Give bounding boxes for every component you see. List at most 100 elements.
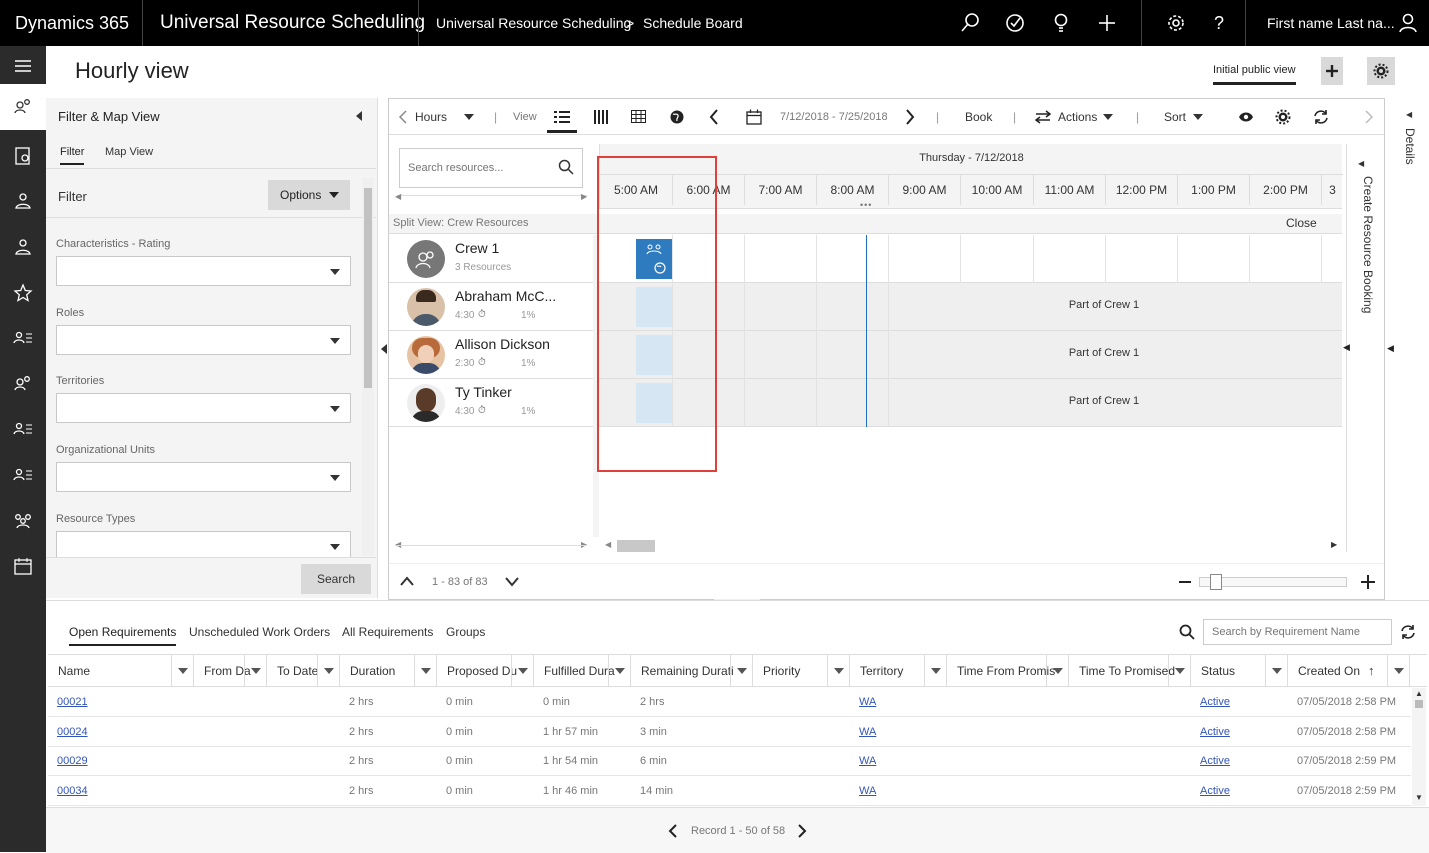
expand-details-icon[interactable]: ◀: [1406, 110, 1412, 119]
plus-icon[interactable]: [1095, 11, 1119, 35]
lightbulb-icon[interactable]: [1049, 11, 1073, 35]
resource-icon[interactable]: [11, 189, 35, 213]
territory-link[interactable]: WA: [859, 696, 876, 708]
chevron-down-icon[interactable]: [1265, 655, 1287, 687]
timeline-hscrollbar[interactable]: [615, 539, 1325, 553]
table-row[interactable]: 00029 2 hrs 0 min 1 hr 54 min 6 min WA A…: [48, 747, 1411, 776]
requirement-search-box[interactable]: [1203, 619, 1392, 645]
column-header-created-on[interactable]: Created On ↑: [1288, 655, 1410, 687]
chevron-down-icon[interactable]: [1046, 655, 1068, 687]
chevron-down-icon[interactable]: [1168, 655, 1190, 687]
calendar-icon[interactable]: [746, 109, 762, 125]
expand-filter-icon[interactable]: [380, 343, 388, 355]
scrollbar-thumb[interactable]: [617, 540, 655, 552]
tab-map-view[interactable]: Map View: [105, 146, 153, 158]
status-link[interactable]: Active: [1200, 785, 1230, 797]
search-icon[interactable]: [1179, 624, 1195, 640]
options-button[interactable]: Options: [268, 180, 350, 210]
tab-groups[interactable]: Groups: [446, 625, 485, 639]
contact-list-icon[interactable]: [11, 326, 35, 350]
search-button[interactable]: Search: [301, 564, 371, 594]
chevron-down-icon[interactable]: [1193, 114, 1203, 120]
task-check-icon[interactable]: [1003, 11, 1027, 35]
settings-gear-icon[interactable]: [1164, 11, 1188, 35]
column-header-fulfilled-duration[interactable]: Fulfilled Dura: [534, 655, 631, 687]
territory-link[interactable]: WA: [859, 726, 876, 738]
grid-scrollbar[interactable]: ▲ ▼: [1412, 688, 1426, 806]
resource-types-select[interactable]: [56, 531, 351, 557]
roles-select[interactable]: [56, 325, 351, 355]
drag-handle[interactable]: •••: [860, 200, 872, 210]
table-row[interactable]: 00021 2 hrs 0 min 0 min 2 hrs WA Active …: [48, 688, 1411, 717]
status-link[interactable]: Active: [1200, 726, 1230, 738]
chevron-down-icon[interactable]: [827, 655, 849, 687]
table-row[interactable]: 00024 2 hrs 0 min 1 hr 57 min 3 min WA A…: [48, 717, 1411, 747]
chevron-down-icon[interactable]: [924, 655, 946, 687]
zoom-slider[interactable]: [1199, 574, 1347, 590]
status-link[interactable]: Active: [1200, 755, 1230, 767]
characteristics-select[interactable]: [56, 256, 351, 286]
app-title[interactable]: Universal Resource Scheduling: [160, 0, 425, 46]
requirement-name-link[interactable]: 00034: [57, 785, 88, 797]
scroll-left-icon[interactable]: ◀: [605, 540, 611, 549]
chevron-down-icon[interactable]: [464, 114, 474, 120]
column-header-remaining-duration[interactable]: Remaining Durati: [631, 655, 753, 687]
requirement-name-link[interactable]: 00021: [57, 696, 88, 708]
resource-scrollbar[interactable]: [397, 195, 587, 196]
eye-icon[interactable]: [1238, 111, 1254, 123]
org-units-select[interactable]: [56, 462, 351, 492]
book-button[interactable]: Book: [965, 99, 992, 135]
board-settings-button[interactable]: [1367, 57, 1395, 85]
breadcrumb-page[interactable]: Schedule Board: [643, 0, 743, 46]
column-header-priority[interactable]: Priority: [753, 655, 850, 687]
chevron-down-icon[interactable]: [608, 655, 630, 687]
chevron-down-icon[interactable]: [244, 655, 266, 687]
chevron-down-icon[interactable]: [1103, 114, 1113, 120]
add-view-button[interactable]: [1321, 57, 1343, 85]
tab-filter[interactable]: Filter: [60, 146, 85, 165]
chevron-down-icon[interactable]: [730, 655, 752, 687]
list-view-button[interactable]: [547, 103, 577, 133]
actions-dropdown[interactable]: Actions: [1058, 99, 1097, 135]
table-row[interactable]: 00034 2 hrs 0 min 1 hr 46 min 14 min WA …: [48, 776, 1411, 806]
zoom-out-icon[interactable]: [1179, 576, 1191, 588]
scrollbar-thumb[interactable]: [1415, 700, 1423, 708]
chevron-down-icon[interactable]: [171, 655, 193, 687]
column-header-name[interactable]: Name: [48, 655, 194, 687]
hours-dropdown[interactable]: Hours: [415, 99, 447, 135]
chevron-left-icon[interactable]: [399, 110, 407, 124]
next-page-icon[interactable]: [797, 824, 807, 838]
territory-link[interactable]: WA: [859, 755, 876, 767]
filter-scrollbar[interactable]: [362, 178, 374, 556]
zoom-in-icon[interactable]: [1361, 575, 1375, 589]
calendar-icon[interactable]: [11, 554, 35, 578]
star-icon[interactable]: [11, 281, 35, 305]
column-header-proposed-duration[interactable]: Proposed Du: [437, 655, 534, 687]
column-header-territory[interactable]: Territory: [850, 655, 947, 687]
scroll-right-icon[interactable]: ▶: [1331, 540, 1337, 549]
chevron-down-icon[interactable]: [317, 655, 339, 687]
expand-panel-icon[interactable]: ◀: [1343, 342, 1350, 353]
collapse-details-icon[interactable]: ◀: [1387, 343, 1394, 354]
scrollbar-thumb[interactable]: [364, 188, 372, 388]
chevron-down-icon[interactable]: [1387, 655, 1409, 687]
globe-icon[interactable]: [670, 110, 684, 124]
swap-arrows-icon[interactable]: [1035, 110, 1051, 124]
resource-group-icon[interactable]: [11, 372, 35, 396]
column-header-time-from-promised[interactable]: Time From Promis: [947, 655, 1069, 687]
column-header-duration[interactable]: Duration: [340, 655, 437, 687]
gear-icon[interactable]: [1275, 109, 1291, 125]
refresh-icon[interactable]: [1313, 109, 1329, 125]
refresh-icon[interactable]: [1400, 624, 1416, 640]
zoom-slider-handle[interactable]: [1210, 574, 1222, 590]
crew-icon[interactable]: [11, 508, 35, 532]
next-period-icon[interactable]: [905, 109, 915, 125]
tab-all-requirements[interactable]: All Requirements: [342, 625, 433, 639]
details-label[interactable]: Details: [1403, 128, 1417, 165]
resource-row[interactable]: Abraham McC... 4:30 ⏱ 1%: [389, 283, 593, 331]
resource-hscrollbar[interactable]: [397, 545, 587, 546]
close-split-view[interactable]: Close: [1286, 216, 1317, 230]
status-link[interactable]: Active: [1200, 696, 1230, 708]
column-header-status[interactable]: Status: [1191, 655, 1288, 687]
tab-unscheduled-work-orders[interactable]: Unscheduled Work Orders: [189, 625, 330, 639]
